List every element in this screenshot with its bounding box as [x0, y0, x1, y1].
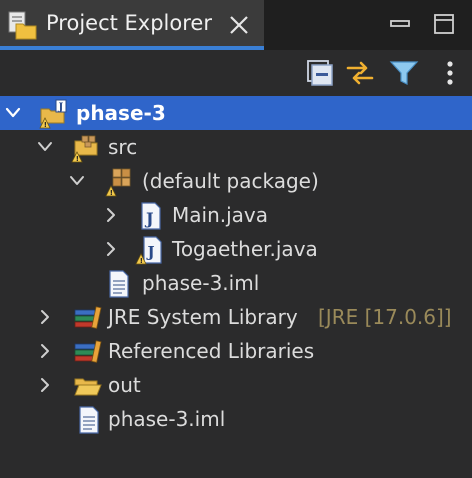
project-explorer-icon [8, 11, 37, 40]
tree-item-togaether-java[interactable]: J ! Togaether.java [0, 232, 472, 266]
tab-project-explorer[interactable]: Project Explorer [0, 0, 264, 50]
tree-item-label: Referenced Libraries [108, 339, 315, 363]
java-project-icon: J ! [39, 99, 67, 129]
jre-version-decoration: [JRE [17.0.6]] [318, 305, 452, 329]
tree-item-label: JRE System Library [108, 305, 298, 329]
tree-item-label: out [108, 373, 141, 397]
close-icon[interactable] [228, 14, 250, 36]
chevron-right-icon[interactable] [102, 241, 120, 257]
tree-item-project[interactable]: J ! phase-3 [0, 96, 472, 130]
tree-item-src[interactable]: ! src [0, 130, 472, 164]
tree-item-label: src [108, 135, 138, 159]
java-file-warning-icon: J ! [135, 236, 162, 265]
view-tab-bar: Project Explorer [0, 0, 472, 50]
tree-item-root-iml[interactable]: phase-3.iml [0, 402, 472, 436]
link-with-editor-icon[interactable] [344, 57, 376, 89]
chevron-down-icon[interactable] [36, 139, 54, 155]
chevron-right-icon[interactable] [36, 309, 54, 325]
chevron-right-icon[interactable] [36, 377, 54, 393]
svg-text:!: ! [140, 257, 143, 265]
svg-text:!: ! [44, 121, 47, 129]
filter-icon[interactable] [388, 57, 420, 89]
library-books-icon [74, 340, 102, 363]
chevron-down-icon[interactable] [4, 105, 22, 121]
chevron-right-icon[interactable] [102, 207, 120, 223]
source-folder-icon: ! [71, 135, 98, 163]
library-books-icon [74, 306, 102, 329]
tab-title: Project Explorer [46, 11, 212, 35]
view-toolbar [0, 50, 472, 96]
svg-text:!: ! [110, 189, 113, 197]
java-file-icon: J [141, 202, 161, 230]
tree-item-label: phase-3.iml [142, 271, 260, 295]
tree-item-src-iml[interactable]: phase-3.iml [0, 266, 472, 300]
maximize-icon[interactable] [432, 12, 456, 36]
tree-item-label: Togaether.java [172, 237, 318, 261]
tree-item-label: Main.java [172, 203, 269, 227]
chevron-right-icon[interactable] [36, 343, 54, 359]
svg-text:J: J [146, 243, 155, 261]
tree-item-jre-library[interactable]: JRE System Library [JRE [17.0.6]] [0, 300, 472, 334]
tree-item-referenced-libraries[interactable]: Referenced Libraries [0, 334, 472, 368]
package-icon: ! [105, 168, 131, 197]
tree-item-default-package[interactable]: ! (default package) [0, 164, 472, 198]
open-folder-icon [74, 378, 102, 396]
minimize-icon[interactable] [388, 12, 412, 36]
tree-item-label: (default package) [142, 169, 319, 193]
svg-text:J: J [144, 209, 154, 228]
chevron-down-icon[interactable] [68, 173, 86, 189]
svg-text:J: J [58, 102, 64, 113]
view-menu-icon[interactable] [434, 57, 466, 89]
tree-item-main-java[interactable]: J Main.java [0, 198, 472, 232]
file-icon [79, 406, 99, 434]
tree-item-out[interactable]: out [0, 368, 472, 402]
tree-item-label: phase-3.iml [108, 407, 226, 431]
file-icon [109, 270, 129, 298]
tree-item-label: phase-3 [76, 101, 166, 125]
svg-text:!: ! [76, 155, 79, 163]
collapse-all-icon[interactable] [304, 57, 336, 89]
